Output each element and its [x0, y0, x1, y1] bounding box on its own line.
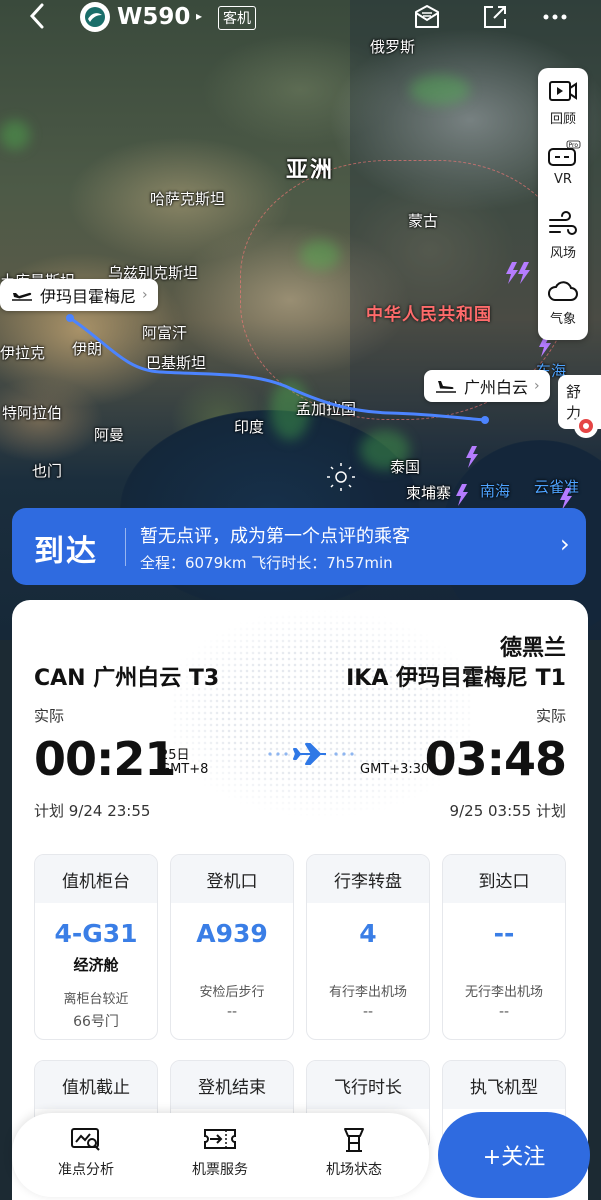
- ticket-icon: [204, 1129, 236, 1149]
- info-boarding-gate[interactable]: 登机口 A939 安检后步行 --: [170, 854, 294, 1040]
- info-value: A939: [196, 919, 268, 948]
- info-head: 飞行时长: [307, 1061, 429, 1109]
- info-head: 值机截止: [35, 1061, 157, 1109]
- destination-dot: [481, 416, 489, 424]
- arrival-airport[interactable]: IKA 伊玛目霍梅尼 T1: [346, 660, 566, 692]
- sun-icon: [327, 463, 355, 491]
- departure-time: 00:21: [34, 732, 176, 786]
- info-head: 值机柜台: [35, 855, 157, 903]
- destination-airport-name: 广州白云: [464, 378, 529, 397]
- banner-divider: [125, 528, 126, 566]
- takeoff-icon: [12, 292, 32, 301]
- info-note2: 66号门: [73, 1014, 119, 1030]
- info-note: 有行李出机场: [328, 985, 407, 1000]
- plane-icon: [268, 743, 354, 765]
- typhoon-marker-icon[interactable]: [572, 412, 600, 440]
- nav-airport-status-label: 机场状态: [326, 1162, 382, 1178]
- origin-airport-name: 伊玛目霍梅尼: [40, 287, 137, 306]
- punctuality-chart-icon: [71, 1128, 100, 1151]
- arrival-planned: 9/25 03:55 计划: [449, 802, 566, 820]
- replay-icon: [549, 81, 577, 101]
- info-note2: --: [498, 1004, 510, 1020]
- destination-airport-tag[interactable]: 广州白云 ›: [424, 370, 550, 402]
- departure-actual-label: 实际: [34, 707, 65, 725]
- top-bar: W590 ▸ 客机: [0, 0, 601, 36]
- aircraft-type-badge: 客机: [218, 6, 256, 30]
- mail-button[interactable]: [412, 2, 442, 32]
- arrival-timezone: GMT+3:30: [360, 762, 430, 777]
- caret-right-icon[interactable]: ▸: [196, 9, 202, 23]
- nav-punctuality[interactable]: 准点分析: [26, 1125, 146, 1179]
- share-out-icon: [484, 6, 506, 28]
- arrival-actual-label: 实际: [535, 707, 566, 725]
- review-prompt: 暂无点评，成为第一个点评的乘客: [140, 526, 410, 547]
- chevron-right-icon: ›: [534, 378, 540, 394]
- info-head: 执飞机型: [443, 1061, 565, 1109]
- route-line: [69, 316, 486, 422]
- nav-airport-status[interactable]: 机场状态: [294, 1125, 414, 1179]
- more-icon: [543, 14, 567, 20]
- cloud-icon: [548, 281, 578, 301]
- info-note: 离柜台较近: [63, 992, 129, 1007]
- tool-weather[interactable]: 气象: [538, 276, 588, 327]
- info-checkin-counter[interactable]: 值机柜台 4-G31 经济舱 离柜台较近 66号门: [34, 854, 158, 1040]
- info-head: 行李转盘: [307, 855, 429, 903]
- tower-icon: [344, 1128, 364, 1152]
- wind-icon: [549, 211, 577, 235]
- destination-city: 德黑兰: [499, 636, 566, 661]
- info-note2: --: [226, 1004, 238, 1020]
- tool-weather-label: 气象: [549, 312, 576, 327]
- info-head: 登机结束: [171, 1061, 293, 1109]
- bottom-nav: 准点分析 机票服务 机场状态: [12, 1113, 429, 1197]
- arrival-time: 03:48: [424, 732, 567, 786]
- tool-vr[interactable]: Pro VR: [538, 140, 588, 187]
- departure-timezone: GMT+8: [160, 762, 209, 777]
- flight-detail-card: 德黑兰 CAN 广州白云 T3 IKA 伊玛目霍梅尼 T1 实际 实际 00:2…: [12, 600, 588, 1200]
- chevron-right-icon: ›: [142, 287, 148, 303]
- tool-replay-label: 回顾: [549, 112, 576, 127]
- info-note: 安检后步行: [199, 985, 265, 1000]
- nav-ticket-label: 机票服务: [192, 1162, 248, 1178]
- info-value: 4-G31: [54, 919, 138, 948]
- flight-number[interactable]: W590: [117, 4, 190, 30]
- departure-day: 25日: [160, 748, 190, 763]
- nav-punctuality-label: 准点分析: [58, 1162, 114, 1178]
- share-button[interactable]: [480, 2, 510, 32]
- vr-icon: Pro: [548, 140, 581, 166]
- origin-dot: [66, 314, 74, 322]
- info-head: 到达口: [443, 855, 565, 903]
- vr-pro-badge: Pro: [569, 142, 579, 149]
- info-note2: --: [362, 1004, 374, 1020]
- info-note: 无行李出机场: [464, 985, 543, 1000]
- origin-airport-tag[interactable]: 伊玛目霍梅尼 ›: [0, 279, 158, 311]
- map-tools-panel: 回顾 Pro VR 风场 气象: [538, 68, 588, 340]
- mail-icon: [415, 5, 439, 28]
- airline-logo-icon: [85, 7, 105, 27]
- departure-airport[interactable]: CAN 广州白云 T3: [34, 660, 219, 692]
- landing-icon: [436, 381, 456, 393]
- back-button[interactable]: [28, 2, 46, 36]
- arrival-banner[interactable]: 到达 暂无点评，成为第一个点评的乘客 全程：6079km 飞行时长：7h57mi…: [12, 508, 586, 585]
- info-value: 4: [359, 919, 377, 948]
- info-arrival-exit[interactable]: 到达口 -- 无行李出机场 --: [442, 854, 566, 1040]
- info-sub: 经济舱: [73, 956, 119, 974]
- info-value: --: [493, 919, 515, 948]
- flight-status: 到达: [34, 534, 98, 569]
- more-button[interactable]: [540, 2, 570, 32]
- flight-stats: 全程：6079km 飞行时长：7h57min: [140, 554, 393, 572]
- nav-ticket[interactable]: 机票服务: [160, 1125, 280, 1179]
- tool-wind-label: 风场: [549, 246, 576, 261]
- tool-wind[interactable]: 风场: [538, 210, 588, 261]
- tool-vr-label: VR: [554, 172, 572, 187]
- tool-replay[interactable]: 回顾: [538, 76, 588, 127]
- info-head: 登机口: [171, 855, 293, 903]
- departure-planned: 计划 9/24 23:55: [34, 802, 151, 820]
- follow-button[interactable]: +关注: [438, 1112, 590, 1198]
- back-icon: [29, 3, 44, 29]
- world-dot-map: [172, 608, 472, 818]
- airline-logo: [80, 2, 110, 32]
- info-baggage-carousel[interactable]: 行李转盘 4 有行李出机场 --: [306, 854, 430, 1040]
- chevron-right-icon: ›: [560, 530, 570, 558]
